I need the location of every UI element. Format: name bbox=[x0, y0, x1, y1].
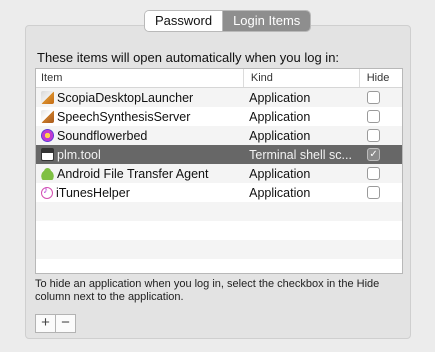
soundflowerbed-app-icon bbox=[41, 129, 54, 142]
cell-hide bbox=[356, 88, 402, 107]
item-name: Soundflowerbed bbox=[57, 128, 148, 143]
cell-kind: Application bbox=[249, 128, 311, 143]
empty-row bbox=[36, 259, 402, 273]
table-row[interactable]: iTunesHelper Application bbox=[36, 183, 402, 202]
item-name: ScopiaDesktopLauncher bbox=[57, 90, 194, 105]
item-name: plm.tool bbox=[57, 147, 101, 162]
hide-checkbox[interactable]: ✓ bbox=[367, 148, 381, 161]
empty-row bbox=[36, 240, 402, 259]
cell-hide: ✓ bbox=[356, 145, 402, 164]
cell-hide bbox=[356, 126, 402, 145]
remove-button[interactable]: − bbox=[56, 314, 76, 333]
cell-kind: Application bbox=[249, 109, 311, 124]
column-header-item[interactable]: Item bbox=[36, 69, 243, 87]
cell-item: ScopiaDesktopLauncher bbox=[36, 88, 241, 107]
cell-hide bbox=[356, 183, 402, 202]
table-body: ScopiaDesktopLauncher Application SpeechSy… bbox=[36, 88, 402, 273]
column-header-hide[interactable]: Hide bbox=[358, 69, 402, 87]
cell-kind: Application bbox=[249, 90, 311, 105]
itunes-app-icon bbox=[41, 185, 53, 199]
add-button[interactable]: + bbox=[35, 314, 56, 333]
item-name: SpeechSynthesisServer bbox=[57, 109, 191, 124]
cell-item: iTunesHelper bbox=[36, 183, 241, 202]
login-items-table: Item Kind Hide ScopiaDesktopLauncher Appl… bbox=[35, 68, 403, 274]
column-header-kind[interactable]: Kind bbox=[242, 69, 359, 87]
cell-hide bbox=[356, 107, 402, 126]
hide-checkbox[interactable] bbox=[367, 186, 381, 199]
tab-segmented-control: Password Login Items bbox=[145, 11, 311, 31]
table-row[interactable]: ScopiaDesktopLauncher Application bbox=[36, 88, 402, 107]
tab-login-items[interactable]: Login Items bbox=[223, 11, 311, 31]
cell-item: Soundflowerbed bbox=[36, 126, 241, 145]
table-row[interactable]: SpeechSynthesisServer Application bbox=[36, 107, 402, 126]
item-name: iTunesHelper bbox=[56, 185, 130, 200]
cell-kind: Application bbox=[249, 185, 311, 200]
hide-checkbox[interactable] bbox=[367, 167, 381, 180]
cell-item: plm.tool bbox=[36, 145, 241, 164]
tab-password[interactable]: Password bbox=[145, 11, 224, 31]
table-row[interactable]: Android File Transfer Agent Application bbox=[36, 164, 402, 183]
table-row[interactable]: Soundflowerbed Application bbox=[36, 126, 402, 145]
add-remove-controls: + − bbox=[35, 314, 76, 333]
empty-row bbox=[36, 202, 402, 221]
cell-kind: Terminal shell sc... bbox=[249, 147, 352, 162]
terminal-script-icon bbox=[41, 148, 54, 161]
speech-synthesis-app-icon bbox=[41, 110, 54, 123]
cell-hide bbox=[356, 164, 402, 183]
hide-checkbox[interactable] bbox=[367, 91, 381, 104]
scopia-app-icon bbox=[41, 91, 54, 104]
empty-row bbox=[36, 221, 402, 240]
cell-item: SpeechSynthesisServer bbox=[36, 107, 241, 126]
android-app-icon bbox=[41, 167, 54, 180]
cell-item: Android File Transfer Agent bbox=[36, 164, 241, 183]
help-text: To hide an application when you log in, … bbox=[35, 278, 380, 303]
hide-checkbox[interactable] bbox=[367, 129, 381, 142]
item-name: Android File Transfer Agent bbox=[57, 166, 209, 181]
login-items-heading: These items will open automatically when… bbox=[37, 50, 340, 65]
hide-checkbox[interactable] bbox=[367, 110, 381, 123]
cell-kind: Application bbox=[249, 166, 311, 181]
table-row[interactable]: plm.tool Terminal shell sc... ✓ bbox=[36, 145, 402, 164]
table-header: Item Kind Hide bbox=[36, 69, 402, 88]
